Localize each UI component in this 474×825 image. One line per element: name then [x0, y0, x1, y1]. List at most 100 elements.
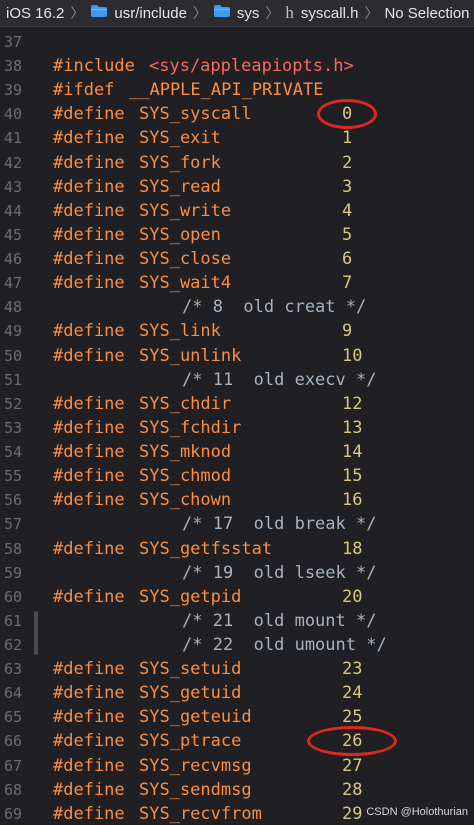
- syscall-number: 10: [342, 345, 363, 366]
- code-editor[interactable]: 37 38 #include <sys/appleapiopts.h> 39 #ifdef…: [0, 27, 474, 825]
- code-line[interactable]: 67 #define SYS_recvmsg 27: [0, 754, 474, 778]
- preprocessor-keyword: #define: [53, 200, 125, 221]
- preprocessor-keyword: #define: [53, 176, 125, 197]
- line-number: 42: [4, 153, 23, 172]
- code-line[interactable]: 54 #define SYS_mknod 14: [0, 440, 474, 464]
- line-number: 49: [4, 322, 23, 341]
- code-line[interactable]: 37: [0, 30, 474, 54]
- code-line[interactable]: 62 /* 22 old umount */: [0, 633, 474, 657]
- code-line[interactable]: 50 #define SYS_unlink 10: [0, 344, 474, 368]
- preprocessor-keyword: #define: [53, 224, 125, 245]
- syscall-number: 26: [342, 731, 363, 752]
- code-line[interactable]: 49 #define SYS_link 9: [0, 319, 474, 343]
- line-number: 56: [4, 491, 23, 510]
- line-number: 53: [4, 418, 23, 437]
- code-line[interactable]: 38 #include <sys/appleapiopts.h>: [0, 54, 474, 78]
- syscall-number: 13: [342, 417, 363, 438]
- breadcrumb-item-sdk[interactable]: iOS 16.2: [6, 5, 64, 22]
- code-line[interactable]: 68 #define SYS_sendmsg 28: [0, 778, 474, 802]
- macro-name: SYS_recvmsg: [139, 755, 252, 776]
- line-number: 38: [4, 57, 23, 76]
- breadcrumb-item-usr-include[interactable]: usr/include: [90, 4, 187, 22]
- macro-name: SYS_sendmsg: [139, 779, 252, 800]
- macro-name: SYS_exit: [139, 128, 221, 149]
- preprocessor-keyword: #define: [53, 466, 125, 487]
- chevron-right-icon: 〉: [192, 5, 207, 21]
- watermark: CSDN @Holothurian: [366, 806, 468, 818]
- breadcrumb-item-syscall-h[interactable]: h syscall.h: [285, 3, 358, 23]
- macro-name: SYS_open: [139, 224, 221, 245]
- code-fold-ribbon[interactable]: [34, 610, 38, 656]
- code-line[interactable]: 51 /* 11 old execv */: [0, 368, 474, 392]
- code-line[interactable]: 53 #define SYS_fchdir 13: [0, 416, 474, 440]
- macro-name: SYS_chdir: [139, 393, 232, 414]
- macro-name: SYS_fchdir: [139, 417, 242, 438]
- line-number: 64: [4, 684, 23, 703]
- code-line[interactable]: 58 #define SYS_getfsstat 18: [0, 537, 474, 561]
- chevron-right-icon: 〉: [70, 5, 85, 21]
- code-line[interactable]: 57 /* 17 old break */: [0, 512, 474, 536]
- line-number: 46: [4, 250, 23, 269]
- code-line[interactable]: 39 #ifdef __APPLE_API_PRIVATE: [0, 78, 474, 102]
- code-line[interactable]: 47 #define SYS_wait4 7: [0, 271, 474, 295]
- macro-name: SYS_getfsstat: [139, 538, 273, 559]
- macro-name: __APPLE_API_PRIVATE: [129, 80, 324, 101]
- preprocessor-keyword: #define: [53, 442, 125, 463]
- code-line[interactable]: 55 #define SYS_chmod 15: [0, 464, 474, 488]
- macro-name: SYS_setuid: [139, 659, 242, 680]
- syscall-number: 27: [342, 755, 363, 776]
- code-line[interactable]: 52 #define SYS_chdir 12: [0, 392, 474, 416]
- code-line[interactable]: 44 #define SYS_write 4: [0, 199, 474, 223]
- comment: /* 8 old creat */: [182, 297, 367, 318]
- line-number: 57: [4, 515, 23, 534]
- code-line[interactable]: 66 #define SYS_ptrace 26: [0, 726, 474, 757]
- code-line[interactable]: 43 #define SYS_read 3: [0, 175, 474, 199]
- syscall-number: 2: [342, 152, 353, 173]
- preprocessor-keyword: #define: [53, 731, 125, 752]
- preprocessor-keyword: #define: [53, 104, 125, 125]
- comment: /* 21 old mount */: [182, 610, 377, 631]
- syscall-number: 0: [342, 104, 353, 125]
- chevron-right-icon: 〉: [265, 5, 280, 21]
- code-line[interactable]: 64 #define SYS_getuid 24: [0, 681, 474, 705]
- folder-icon: [213, 4, 231, 22]
- code-line[interactable]: 48 /* 8 old creat */: [0, 295, 474, 319]
- macro-name: SYS_write: [139, 200, 232, 221]
- preprocessor-keyword: #define: [53, 490, 125, 511]
- code-line[interactable]: 65 #define SYS_geteuid 25: [0, 705, 474, 729]
- preprocessor-keyword: #define: [53, 659, 125, 680]
- preprocessor-keyword: #define: [53, 586, 125, 607]
- code-line[interactable]: 56 #define SYS_chown 16: [0, 488, 474, 512]
- syscall-number: 4: [342, 200, 353, 221]
- code-line[interactable]: 46 #define SYS_close 6: [0, 247, 474, 271]
- syscall-number: 29: [342, 803, 363, 824]
- code-line[interactable]: 60 #define SYS_getpid 20: [0, 585, 474, 609]
- header-file-icon: h: [285, 3, 294, 22]
- macro-name: SYS_read: [139, 176, 221, 197]
- code-line[interactable]: 41 #define SYS_exit 1: [0, 126, 474, 150]
- code-line[interactable]: 45 #define SYS_open 5: [0, 223, 474, 247]
- line-number: 51: [4, 370, 23, 389]
- comment: /* 17 old break */: [182, 514, 377, 535]
- breadcrumb-item-selection[interactable]: No Selection: [384, 5, 469, 22]
- code-line[interactable]: 63 #define SYS_setuid 23: [0, 657, 474, 681]
- breadcrumb-label: sys: [236, 4, 260, 22]
- code-line[interactable]: 59 /* 19 old lseek */: [0, 561, 474, 585]
- line-number: 55: [4, 467, 23, 486]
- code-line[interactable]: 61 /* 21 old mount */: [0, 609, 474, 633]
- line-number: 66: [4, 732, 23, 751]
- breadcrumb-item-sys[interactable]: sys: [213, 4, 260, 22]
- macro-name: SYS_close: [139, 249, 232, 270]
- breadcrumb-label: iOS 16.2: [6, 4, 65, 22]
- line-number: 59: [4, 563, 23, 582]
- syscall-number: 14: [342, 442, 363, 463]
- code-line[interactable]: 42 #define SYS_fork 2: [0, 151, 474, 175]
- line-number: 40: [4, 105, 23, 124]
- preprocessor-keyword: #define: [53, 321, 125, 342]
- code-line[interactable]: 40 #define SYS_syscall 0: [0, 99, 474, 130]
- syscall-number: 7: [342, 273, 353, 294]
- macro-name: SYS_wait4: [139, 273, 232, 294]
- line-number: 48: [4, 298, 23, 317]
- syscall-number: 12: [342, 393, 363, 414]
- macro-name: SYS_getuid: [139, 683, 242, 704]
